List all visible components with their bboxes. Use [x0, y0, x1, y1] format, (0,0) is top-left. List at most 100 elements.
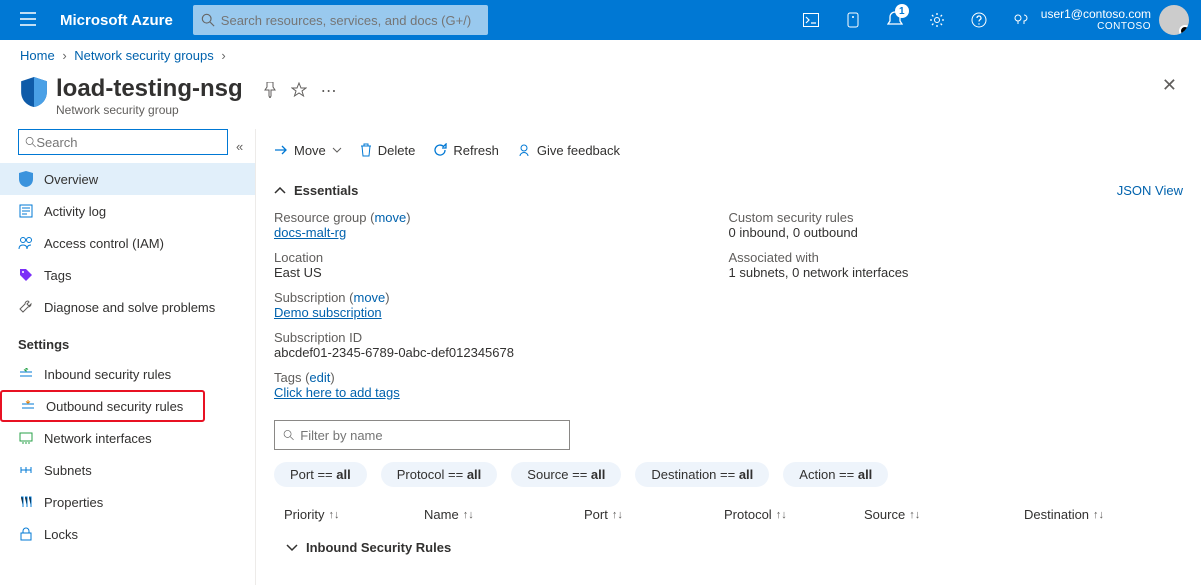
nav-label: Outbound security rules [46, 399, 183, 414]
subscription-id-value: abcdef01-2345-6789-0abc-def012345678 [274, 345, 729, 360]
nav-properties[interactable]: Properties [0, 486, 255, 518]
content-area: Move Delete Refresh Give feedback Essent… [256, 129, 1201, 585]
nav-activity-log[interactable]: Activity log [0, 195, 255, 227]
properties-icon [18, 494, 34, 510]
breadcrumb-nsg[interactable]: Network security groups [74, 48, 213, 63]
nav-network-interfaces[interactable]: Network interfaces [0, 422, 255, 454]
sidebar-search-input[interactable] [36, 135, 221, 150]
inbound-icon [18, 366, 34, 382]
hamburger-menu-icon[interactable] [8, 12, 48, 29]
directories-icon[interactable] [833, 0, 873, 40]
account-email: user1@contoso.com [1041, 7, 1151, 21]
nav-label: Subnets [44, 463, 92, 478]
sort-icon: ↑↓ [909, 509, 920, 521]
settings-section-label: Settings [18, 323, 255, 358]
favorite-icon[interactable] [291, 82, 307, 101]
pin-icon[interactable] [263, 82, 277, 101]
nav-label: Overview [44, 172, 98, 187]
nav-label: Properties [44, 495, 103, 510]
cloud-shell-icon[interactable] [791, 0, 831, 40]
location-value: East US [274, 265, 729, 280]
json-view-link[interactable]: JSON View [1117, 183, 1183, 198]
nav-tags[interactable]: Tags [0, 259, 255, 291]
associated-label: Associated with [729, 250, 1184, 265]
col-port[interactable]: Port ↑↓ [584, 507, 724, 522]
command-bar: Move Delete Refresh Give feedback [274, 129, 1183, 171]
nav-label: Access control (IAM) [44, 236, 164, 251]
collapse-sidebar-icon[interactable]: « [236, 139, 243, 154]
wrench-icon [18, 299, 34, 315]
account-menu[interactable]: user1@contoso.com CONTOSO [1041, 5, 1193, 35]
edit-tags-link[interactable]: edit [309, 370, 330, 385]
location-label: Location [274, 250, 729, 265]
global-search[interactable] [193, 5, 488, 35]
pill-protocol[interactable]: Protocol == all [381, 462, 498, 487]
lock-icon [18, 526, 34, 542]
group-inbound-rules[interactable]: Inbound Security Rules [274, 530, 1183, 565]
resource-group-link[interactable]: docs-malt-rg [274, 225, 346, 240]
nic-icon [18, 430, 34, 446]
settings-icon[interactable] [917, 0, 957, 40]
account-org: CONTOSO [1041, 21, 1151, 33]
nav-label: Locks [44, 527, 78, 542]
filter-input[interactable] [300, 428, 561, 443]
sort-icon: ↑↓ [1093, 509, 1104, 521]
col-name[interactable]: Name ↑↓ [424, 507, 584, 522]
subnet-icon [18, 462, 34, 478]
pill-destination[interactable]: Destination == all [635, 462, 769, 487]
nav-label: Activity log [44, 204, 106, 219]
nav-diagnose[interactable]: Diagnose and solve problems [0, 291, 255, 323]
refresh-button[interactable]: Refresh [433, 143, 499, 158]
subscription-link[interactable]: Demo subscription [274, 305, 382, 320]
filter-pills: Port == all Protocol == all Source == al… [274, 462, 1183, 487]
feedback-button[interactable]: Give feedback [517, 143, 620, 158]
sort-icon: ↑↓ [776, 509, 787, 521]
global-search-input[interactable] [221, 13, 480, 28]
essentials-toggle[interactable]: Essentials JSON View [274, 177, 1183, 204]
col-source[interactable]: Source ↑↓ [864, 507, 1024, 522]
nav-label: Diagnose and solve problems [44, 300, 215, 315]
search-icon [25, 136, 36, 148]
custom-rules-value: 0 inbound, 0 outbound [729, 225, 1184, 240]
notifications-icon[interactable]: 1 [875, 0, 915, 40]
sort-icon: ↑↓ [328, 509, 339, 521]
breadcrumb: Home › Network security groups › [0, 40, 1201, 71]
move-resource-group-link[interactable]: move [374, 210, 406, 225]
brand-label[interactable]: Microsoft Azure [48, 12, 185, 29]
log-icon [18, 203, 34, 219]
nav-subnets[interactable]: Subnets [0, 454, 255, 486]
rules-table-header: Priority ↑↓ Name ↑↓ Port ↑↓ Protocol ↑↓ … [274, 499, 1183, 530]
col-priority[interactable]: Priority ↑↓ [284, 507, 424, 522]
nav-access-control[interactable]: Access control (IAM) [0, 227, 255, 259]
nav-outbound-rules[interactable]: Outbound security rules [0, 390, 205, 422]
nav-label: Network interfaces [44, 431, 152, 446]
more-icon[interactable]: ⋯ [321, 81, 337, 101]
delete-button[interactable]: Delete [360, 143, 416, 158]
col-destination[interactable]: Destination ↑↓ [1024, 507, 1173, 522]
associated-value: 1 subnets, 0 network interfaces [729, 265, 1184, 280]
chevron-down-icon [332, 147, 342, 153]
pill-action[interactable]: Action == all [783, 462, 888, 487]
col-protocol[interactable]: Protocol ↑↓ [724, 507, 864, 522]
move-subscription-link[interactable]: move [353, 290, 385, 305]
help-icon[interactable] [959, 0, 999, 40]
top-bar: Microsoft Azure 1 user1@contoso.com CONT… [0, 0, 1201, 40]
feedback-icon[interactable] [1001, 0, 1041, 40]
page-subtitle: Network security group [56, 103, 243, 117]
sidebar-search[interactable] [18, 129, 228, 155]
sidebar: « Overview Activity log Access control (… [0, 129, 256, 585]
close-icon[interactable]: ✕ [1162, 75, 1177, 96]
add-tags-link[interactable]: Click here to add tags [274, 385, 400, 400]
pill-source[interactable]: Source == all [511, 462, 621, 487]
page-title: load-testing-nsg [56, 75, 243, 103]
nav-label: Inbound security rules [44, 367, 171, 382]
nav-overview[interactable]: Overview [0, 163, 255, 195]
pill-port[interactable]: Port == all [274, 462, 367, 487]
sort-icon: ↑↓ [612, 509, 623, 521]
nav-inbound-rules[interactable]: Inbound security rules [0, 358, 255, 390]
breadcrumb-home[interactable]: Home [20, 48, 55, 63]
filter-by-name[interactable] [274, 420, 570, 450]
nav-locks[interactable]: Locks [0, 518, 255, 550]
nav-label: Tags [44, 268, 71, 283]
move-button[interactable]: Move [274, 143, 342, 158]
